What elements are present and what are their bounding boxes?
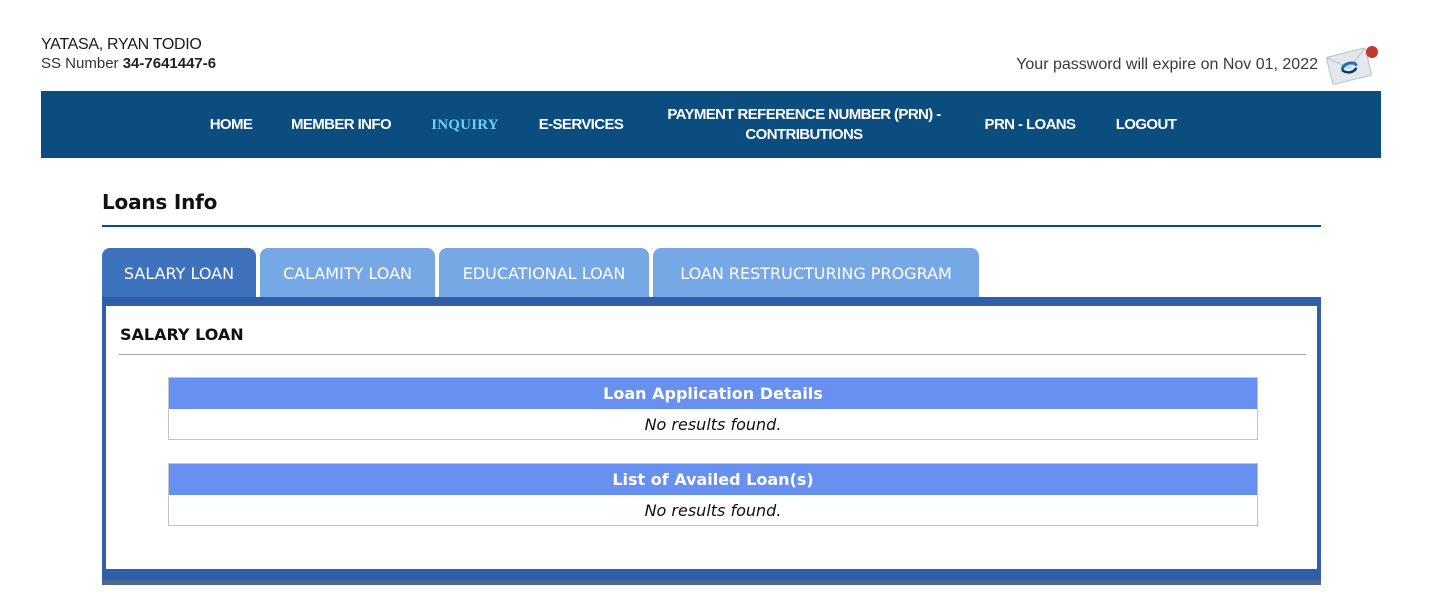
tab-panel-content: SALARY LOAN Loan Application Details No … [106, 306, 1317, 569]
availed-loans-table: List of Availed Loan(s) No results found… [168, 463, 1258, 526]
envelope-notification-icon[interactable] [1324, 42, 1380, 86]
loan-application-empty: No results found. [644, 414, 782, 434]
nav-inquiry[interactable]: INQUIRY [419, 91, 511, 158]
loan-application-header: Loan Application Details [169, 378, 1257, 409]
ss-number-label: SS Number [41, 55, 119, 72]
nav-prn-contributions[interactable]: PAYMENT REFERENCE NUMBER (PRN) - CONTRIB… [653, 91, 955, 158]
nav-home[interactable]: HOME [193, 91, 269, 158]
password-expiry-notice: Your password will expire on Nov 01, 202… [1016, 56, 1318, 73]
ss-number-value: 34-7641447-6 [122, 55, 217, 72]
tab-panel: SALARY LOAN Loan Application Details No … [102, 297, 1321, 585]
nav-prn-loans[interactable]: PRN - LOANS [973, 91, 1087, 158]
notification-dot [1366, 46, 1378, 58]
section-divider [119, 354, 1306, 355]
nav-prn-contributions-line1: PAYMENT REFERENCE NUMBER (PRN) - [667, 105, 941, 123]
panel-shadow [102, 580, 1321, 585]
nav-member-info[interactable]: MEMBER INFO [281, 91, 401, 158]
member-name: YATASA, RYAN TODIO [41, 36, 202, 53]
tab-educational-loan[interactable]: EDUCATIONAL LOAN [439, 248, 649, 298]
nav-eservices[interactable]: E-SERVICES [525, 91, 637, 158]
tab-calamity-loan[interactable]: CALAMITY LOAN [260, 248, 435, 298]
title-divider [102, 225, 1321, 227]
page-title: Loans Info [102, 190, 218, 214]
nav-logout[interactable]: LOGOUT [1105, 91, 1187, 158]
user-info: YATASA, RYAN TODIO SS Number 34-7641447-… [41, 35, 216, 74]
availed-loans-empty: No results found. [644, 500, 782, 520]
main-navigation: HOME MEMBER INFO INQUIRY E-SERVICES PAYM… [41, 91, 1381, 158]
ss-number-line: SS Number 34-7641447-6 [41, 54, 216, 74]
section-title: SALARY LOAN [120, 325, 244, 344]
loan-application-table: Loan Application Details No results foun… [168, 377, 1258, 440]
tab-salary-loan[interactable]: SALARY LOAN [102, 248, 256, 298]
tab-loan-restructuring[interactable]: LOAN RESTRUCTURING PROGRAM [653, 248, 979, 298]
availed-loans-header: List of Availed Loan(s) [169, 464, 1257, 495]
nav-prn-contributions-line2: CONTRIBUTIONS [745, 125, 863, 143]
